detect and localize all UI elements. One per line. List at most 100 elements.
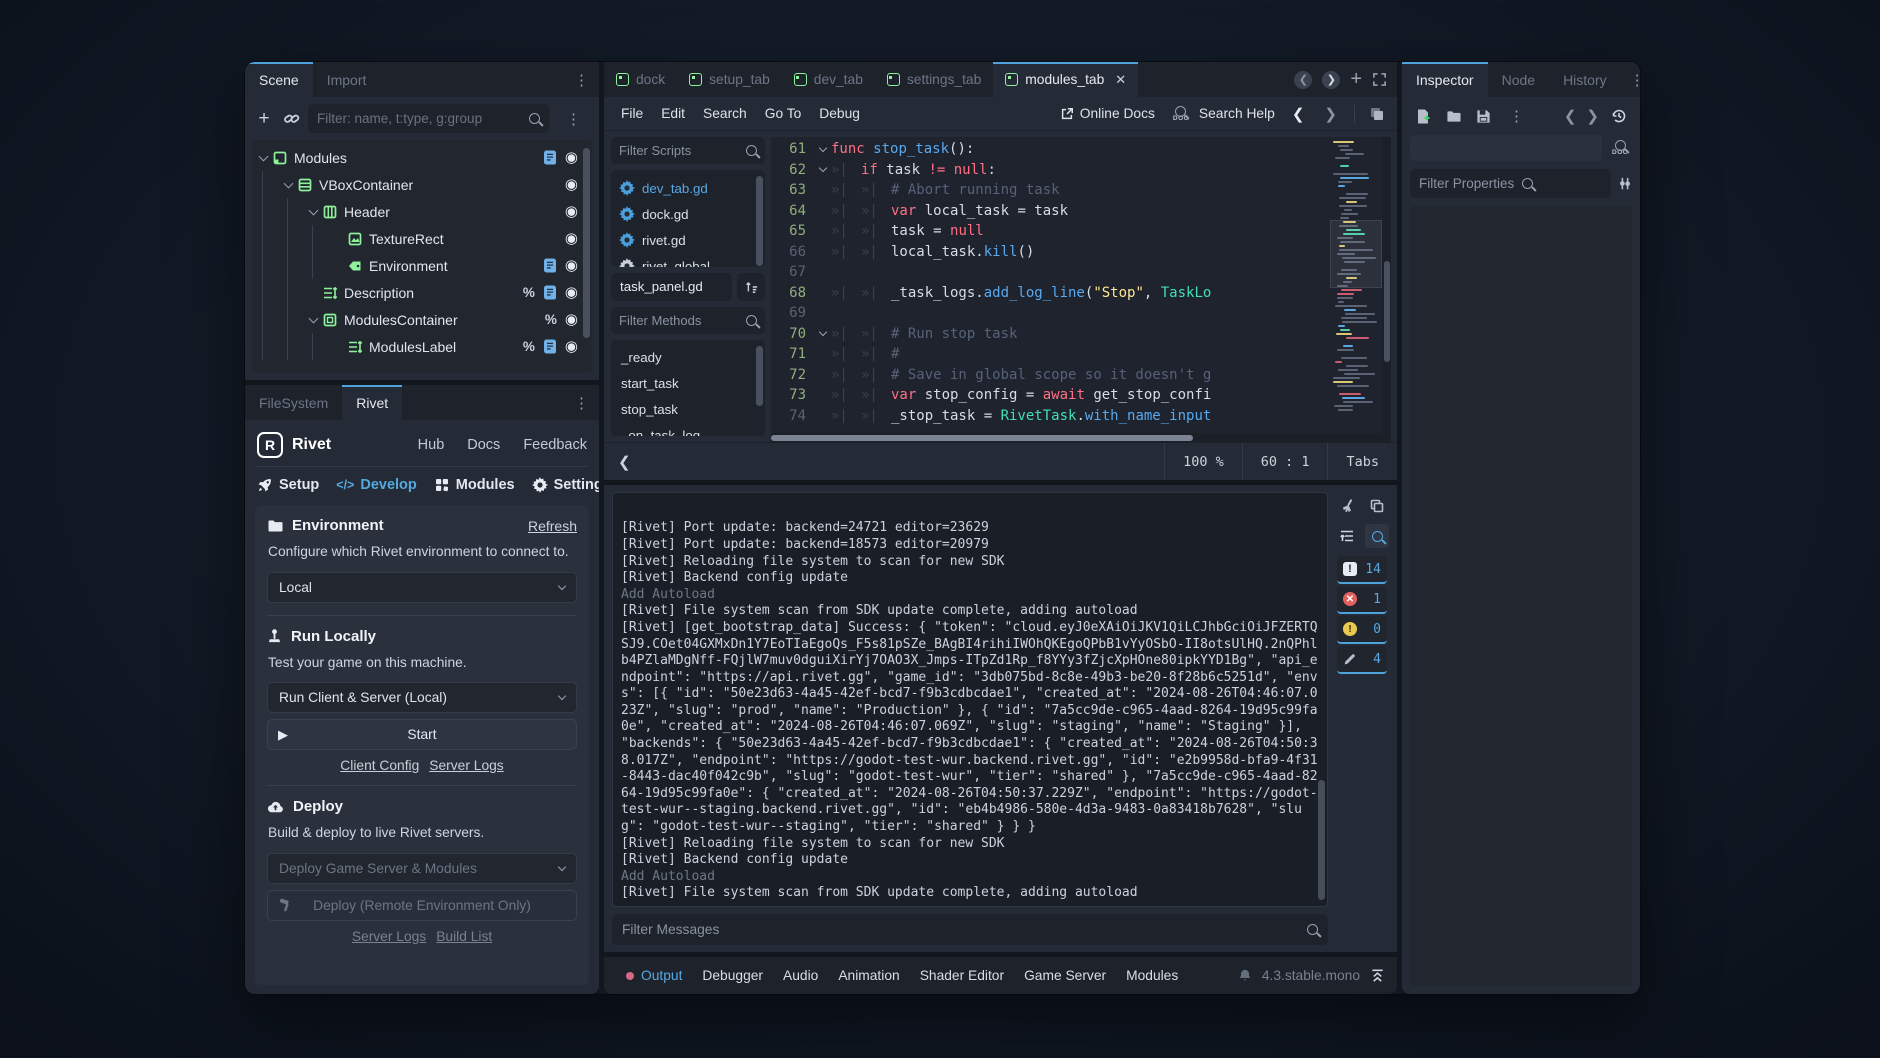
open-docs-icon[interactable]: DOC: [1608, 140, 1632, 156]
fold-arrow-icon[interactable]: [815, 324, 831, 345]
visibility-eye-icon[interactable]: ◉: [565, 285, 578, 300]
code-line[interactable]: 62»|if task != null:: [771, 160, 1330, 181]
run-mode-select[interactable]: Run Client & Server (Local): [267, 682, 577, 713]
output-log[interactable]: [Rivet] Port update: backend=24721 edito…: [612, 492, 1328, 907]
refresh-link[interactable]: Refresh: [528, 518, 577, 534]
instance-scene-icon[interactable]: [283, 110, 300, 127]
output-search-icon[interactable]: [1365, 524, 1389, 548]
code-line[interactable]: 68»|»|_task_logs.add_log_line("Stop", Ta…: [771, 283, 1330, 304]
scene-tree-row[interactable]: Environment◉: [254, 252, 590, 279]
start-button[interactable]: ▶ Start: [267, 719, 577, 750]
bottom-panel-modules[interactable]: Modules: [1116, 963, 1188, 988]
history-forward-icon[interactable]: ❯: [1322, 71, 1340, 89]
script-tab-setup_tab[interactable]: setup_tab: [677, 62, 782, 97]
nav-back-icon[interactable]: ❮: [1289, 105, 1308, 123]
deploy-server-logs-link[interactable]: Server Logs: [352, 929, 426, 944]
code-line[interactable]: 69: [771, 303, 1330, 324]
tab-import[interactable]: Import: [313, 62, 381, 97]
code-line[interactable]: 63»|»|# Abort running task: [771, 180, 1330, 201]
code-line[interactable]: 61func stop_task():: [771, 139, 1330, 160]
rivet-feedback-link[interactable]: Feedback: [523, 437, 587, 453]
bottom-panel-debugger[interactable]: Debugger: [692, 963, 773, 988]
scene-tree-row[interactable]: Header◉: [254, 198, 590, 225]
code-line[interactable]: 73»|»|var stop_config = await get_stop_c…: [771, 385, 1330, 406]
menu-search[interactable]: Search: [694, 101, 756, 126]
script-tab-dock[interactable]: dock: [604, 62, 677, 97]
inspector-kebab-icon[interactable]: ⋮: [1621, 62, 1640, 97]
rivet-docs-link[interactable]: Docs: [467, 437, 500, 453]
code-line[interactable]: 67: [771, 262, 1330, 283]
menu-edit[interactable]: Edit: [652, 101, 694, 126]
tab-history[interactable]: History: [1549, 62, 1621, 97]
client-config-link[interactable]: Client Config: [340, 758, 419, 773]
deploy-button[interactable]: Deploy (Remote Environment Only): [267, 890, 577, 921]
filter-scripts-input[interactable]: Filter Scripts: [611, 137, 765, 164]
script-tab-modules_tab[interactable]: modules_tab✕: [993, 62, 1138, 97]
tree-caret-icon[interactable]: [279, 183, 297, 187]
inspector-forward-icon[interactable]: ❯: [1583, 107, 1602, 125]
rivet-nav-setup[interactable]: Setup: [257, 477, 319, 493]
scene-tree-row[interactable]: TextureRect◉: [254, 225, 590, 252]
tab-node[interactable]: Node: [1488, 62, 1549, 97]
code-line[interactable]: 65»|»|task = null: [771, 221, 1330, 242]
nav-forward-icon[interactable]: ❯: [1321, 105, 1340, 123]
tree-caret-icon[interactable]: [304, 210, 322, 214]
attached-script-icon[interactable]: [543, 258, 557, 273]
code-editor[interactable]: 61func stop_task():62»|if task != null:6…: [771, 137, 1391, 442]
menu-debug[interactable]: Debug: [810, 101, 869, 126]
rivet-nav-develop[interactable]: </>Develop: [336, 477, 417, 493]
scene-filter-input[interactable]: Filter: name, t:type, g:group: [308, 104, 549, 133]
method-list-item[interactable]: stop_task: [611, 397, 765, 423]
tab-inspector[interactable]: Inspector: [1402, 62, 1488, 97]
code-line[interactable]: 64»|»|var local_task = task: [771, 201, 1330, 222]
new-resource-icon[interactable]: [1410, 104, 1436, 128]
visibility-eye-icon[interactable]: ◉: [565, 204, 578, 219]
toggle-scripts-panel-icon[interactable]: ❮: [604, 453, 645, 471]
scene-tree-row[interactable]: VBoxContainer◉: [254, 171, 590, 198]
error-count-toggle[interactable]: ✕1: [1337, 586, 1387, 614]
dock-kebab-icon[interactable]: ⋮: [565, 385, 599, 420]
code-line[interactable]: 66»|»|local_task.kill(): [771, 242, 1330, 263]
attached-script-icon[interactable]: [543, 285, 557, 300]
filter-methods-input[interactable]: Filter Methods: [611, 307, 765, 334]
visibility-eye-icon[interactable]: ◉: [565, 177, 578, 192]
code-line[interactable]: 72»|»|# Save in global scope so it doesn…: [771, 365, 1330, 386]
environment-select[interactable]: Local: [267, 572, 577, 603]
scripts-list-scrollbar[interactable]: [756, 176, 763, 266]
code-line[interactable]: 70»|»|# Run stop task: [771, 324, 1330, 345]
visibility-eye-icon[interactable]: ◉: [565, 150, 578, 165]
inspector-back-icon[interactable]: ❮: [1561, 107, 1580, 125]
notifications-bell-icon[interactable]: [1238, 968, 1252, 983]
rivet-nav-modules[interactable]: Modules: [434, 477, 515, 493]
build-list-link[interactable]: Build List: [436, 929, 492, 944]
method-list-item[interactable]: _ready: [611, 345, 765, 371]
current-script-name[interactable]: task_panel.gd: [611, 273, 732, 301]
code-line[interactable]: 71»|»|#: [771, 344, 1330, 365]
script-list-item[interactable]: rivet_global....: [611, 253, 765, 267]
unique-name-badge[interactable]: %: [523, 285, 535, 300]
scene-tree-row[interactable]: Description%◉: [254, 279, 590, 306]
method-list-item[interactable]: _on_task_log: [611, 423, 765, 437]
save-resource-icon[interactable]: [1470, 104, 1496, 128]
attached-script-icon[interactable]: [543, 339, 557, 354]
tree-caret-icon[interactable]: [254, 156, 272, 160]
code-vertical-scrollbar[interactable]: [1382, 137, 1391, 433]
filter-properties-input[interactable]: Filter Properties: [1410, 169, 1611, 198]
menu-file[interactable]: File: [612, 101, 652, 126]
editor-zoom-level[interactable]: 100 %: [1164, 443, 1242, 480]
tab-scene[interactable]: Scene: [245, 62, 313, 97]
bottom-panel-shader-editor[interactable]: Shader Editor: [910, 963, 1014, 988]
tab-filesystem[interactable]: FileSystem: [245, 385, 342, 420]
scene-tree-row[interactable]: ModulesContainer%◉: [254, 306, 590, 333]
unique-name-badge[interactable]: %: [545, 312, 557, 327]
script-list-item[interactable]: dock.gd: [611, 201, 765, 227]
tab-rivet[interactable]: Rivet: [342, 385, 402, 420]
fullscreen-icon[interactable]: [1372, 72, 1387, 87]
script-tab-dev_tab[interactable]: dev_tab: [782, 62, 875, 97]
rivet-nav-settings[interactable]: Settings: [532, 477, 599, 493]
tree-caret-icon[interactable]: [304, 318, 322, 322]
resource-kebab-icon[interactable]: ⋮: [1500, 107, 1534, 125]
add-node-icon[interactable]: +: [253, 108, 275, 130]
deploy-target-select[interactable]: Deploy Game Server & Modules: [267, 853, 577, 884]
bottom-panel-game-server[interactable]: Game Server: [1014, 963, 1116, 988]
